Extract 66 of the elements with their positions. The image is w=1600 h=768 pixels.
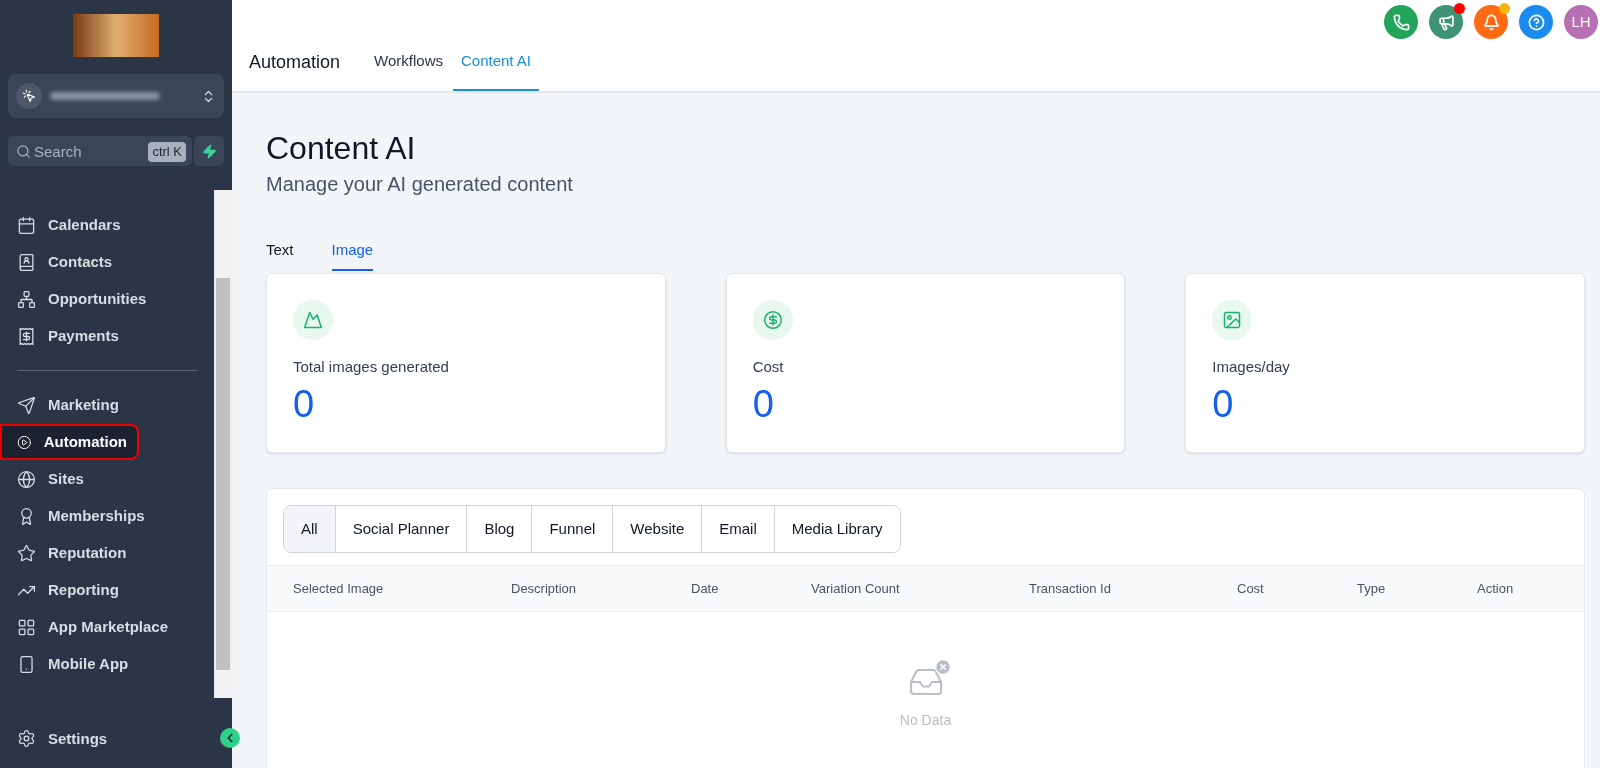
sidebar-item[interactable]: Marketing <box>0 387 214 423</box>
sidebar-item[interactable]: App Marketplace <box>0 609 214 645</box>
star-icon <box>17 543 36 563</box>
lightning-icon <box>201 143 217 159</box>
quick-action-button[interactable] <box>194 136 224 166</box>
column-header: Date <box>691 579 720 598</box>
page-title: Content AI <box>266 129 417 167</box>
bell-icon <box>1482 13 1500 31</box>
search-icon <box>16 144 31 159</box>
receipt-icon <box>17 326 36 346</box>
sidebar-item[interactable]: Sites <box>0 461 214 497</box>
header-tab[interactable]: Content AI <box>452 33 540 91</box>
help-button[interactable] <box>1519 5 1553 39</box>
sidebar-item[interactable]: Mobile App <box>0 646 214 682</box>
landscape-icon <box>303 310 323 330</box>
sidebar-item[interactable]: Calendars <box>0 207 214 243</box>
help-icon <box>1527 13 1545 31</box>
stat-label: Cost <box>752 357 785 377</box>
empty-state-text: No Data <box>899 711 952 730</box>
stat-label: Images/day <box>1212 357 1291 377</box>
settings-icon <box>17 729 36 749</box>
phone-icon <box>1392 13 1410 31</box>
sidebar-item[interactable]: Reporting <box>0 572 214 608</box>
shortcut-label: ctrl K <box>148 142 186 162</box>
cursor-icon <box>22 89 36 103</box>
column-header: Transaction Id <box>1029 579 1112 598</box>
paper-plane-icon <box>17 395 36 415</box>
settings-link[interactable]: Settings <box>48 727 108 750</box>
calendar-icon <box>17 215 36 235</box>
stat-value: 0 <box>293 381 316 427</box>
column-header: Description <box>511 579 578 598</box>
cross-icon <box>933 658 952 676</box>
header-tab[interactable]: Workflows <box>366 33 451 91</box>
content-tab[interactable]: Text <box>266 238 294 271</box>
bell-button[interactable] <box>1474 5 1508 39</box>
page-subtitle: Manage your AI generated content <box>266 172 574 197</box>
globe-icon <box>17 469 36 489</box>
collapse-button[interactable] <box>220 728 240 748</box>
sidebar-item[interactable]: Opportunities <box>0 281 214 317</box>
sidebar-item[interactable]: Payments <box>0 318 214 354</box>
stat-value: 0 <box>1212 381 1235 427</box>
column-header: Cost <box>1237 579 1265 598</box>
stat-value: 0 <box>752 381 775 427</box>
phone-icon <box>17 654 36 674</box>
address-book-icon <box>17 252 36 272</box>
sidebar-item[interactable]: Contacts <box>0 244 214 280</box>
stat-label: Total images generated <box>293 357 450 377</box>
column-header: Selected Image <box>293 579 385 598</box>
content-tab[interactable]: Image <box>331 238 374 271</box>
section-title: Automation <box>249 50 341 74</box>
network-icon <box>17 289 36 309</box>
image-icon <box>1222 310 1243 330</box>
column-header: Action <box>1477 579 1515 598</box>
column-header: Variation Count <box>811 579 901 598</box>
account-switcher[interactable] <box>8 74 224 118</box>
column-header: Type <box>1357 579 1387 598</box>
sidebar-item[interactable]: Reputation <box>0 535 214 571</box>
megaphone-icon <box>1437 13 1455 31</box>
scrollbar[interactable] <box>214 190 232 698</box>
filter-button[interactable]: All <box>284 506 336 552</box>
megaphone-button[interactable] <box>1429 5 1463 39</box>
phone-button[interactable] <box>1384 5 1418 39</box>
sidebar-item[interactable]: Memberships <box>0 498 214 534</box>
sidebar-item[interactable]: Automation <box>0 424 139 460</box>
grid-icon <box>17 617 36 637</box>
dollar-icon <box>762 310 783 330</box>
